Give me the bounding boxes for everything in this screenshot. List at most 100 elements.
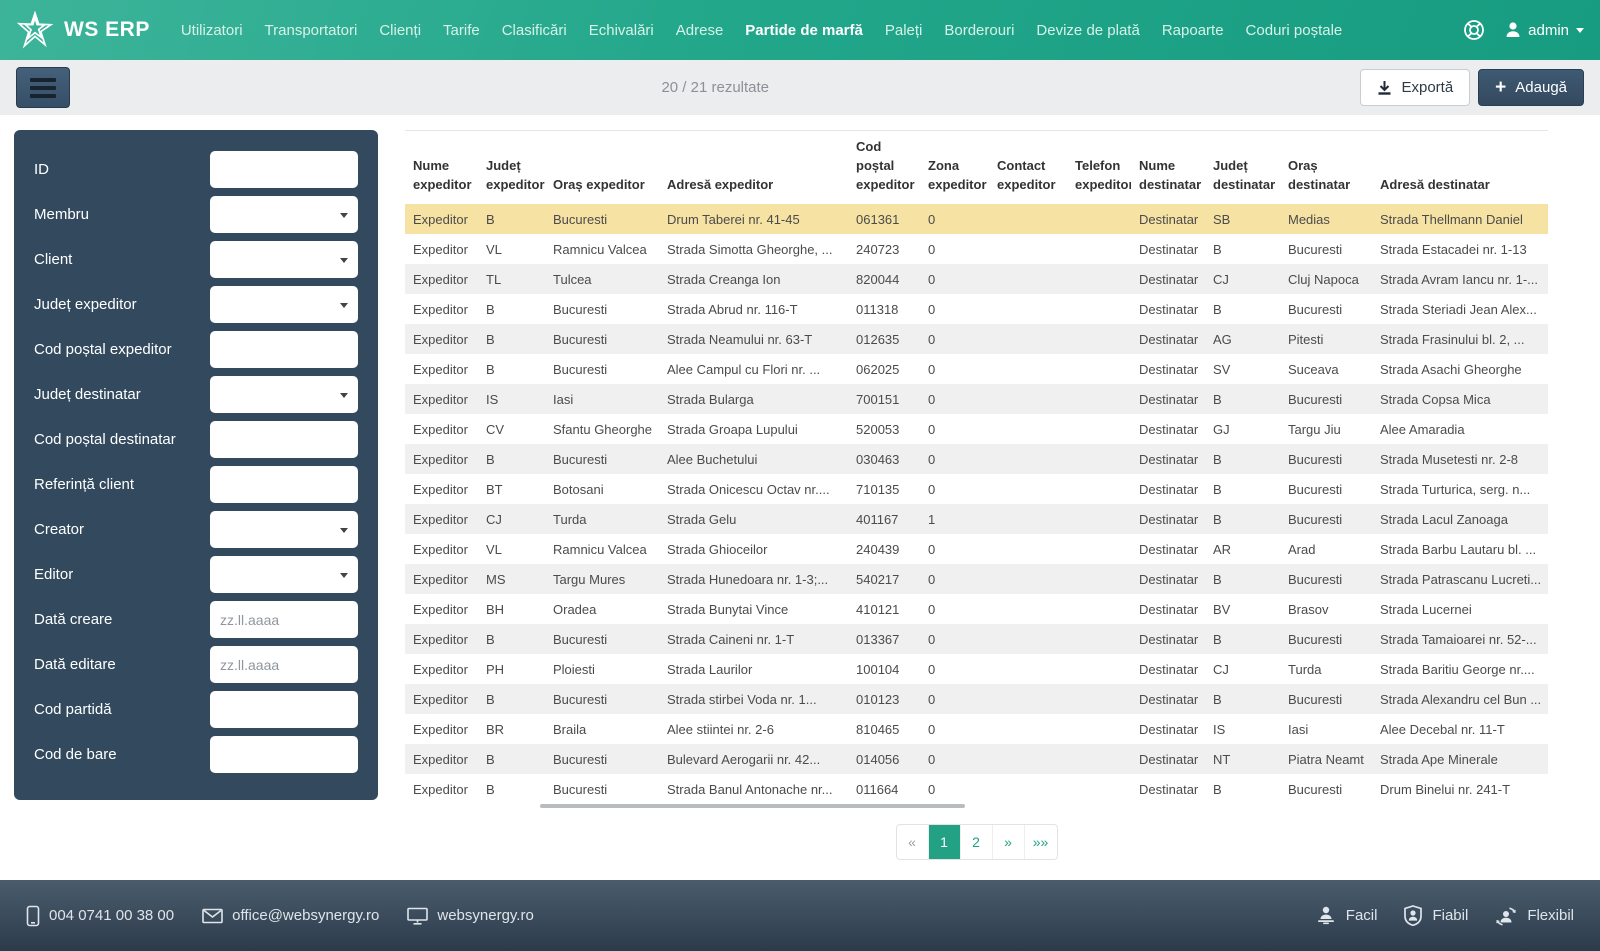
page-first-button[interactable]: « xyxy=(897,825,929,859)
table-cell: Drum Binelui nr. 241-T xyxy=(1372,774,1548,804)
page-button-2[interactable]: 2 xyxy=(961,825,993,859)
nav-item-adrese[interactable]: Adrese xyxy=(665,22,735,39)
nav-item-echival-ri[interactable]: Echivalări xyxy=(578,22,665,39)
filter-select-client[interactable] xyxy=(210,241,358,278)
column-header-contact-expeditor[interactable]: Contact expeditor xyxy=(989,131,1067,205)
column-header-nume-destinatar[interactable]: Nume destinatar xyxy=(1131,131,1205,205)
table-row[interactable]: ExpeditorCVSfantu GheorgheStrada Groapa … xyxy=(405,414,1548,444)
caret-down-icon xyxy=(340,213,348,218)
table-cell: B xyxy=(478,354,545,384)
toolbar-actions: Exportă + Adaugă xyxy=(1360,69,1584,106)
table-cell: Ramnicu Valcea xyxy=(545,534,659,564)
table-row[interactable]: ExpeditorBBucurestiStrada Caineni nr. 1-… xyxy=(405,624,1548,654)
nav-item-partide-de-marf[interactable]: Partide de marfă xyxy=(734,22,874,39)
column-header-telefon-expeditor[interactable]: Telefon expeditor xyxy=(1067,131,1131,205)
nav-item-borderouri[interactable]: Borderouri xyxy=(933,22,1025,39)
filter-input-cod-po-tal-destinatar[interactable] xyxy=(210,421,358,458)
filter-input-cod-de-bare[interactable] xyxy=(210,736,358,773)
table-cell: CV xyxy=(478,414,545,444)
download-icon xyxy=(1377,80,1392,96)
column-header-ora-destinatar[interactable]: Oraș destinatar xyxy=(1280,131,1372,205)
column-header-zona-expeditor[interactable]: Zona expeditor xyxy=(920,131,989,205)
caret-down-icon xyxy=(1576,28,1584,33)
menu-toggle-button[interactable] xyxy=(16,67,70,108)
brand[interactable]: WS ERP xyxy=(16,11,150,49)
table-cell: Expeditor xyxy=(405,414,478,444)
nav-item-clien-i[interactable]: Clienți xyxy=(368,22,432,39)
main-content: IDMembruClientJudeț expeditorCod poștal … xyxy=(0,115,1600,880)
filter-input-id[interactable] xyxy=(210,151,358,188)
nav-item-transportatori[interactable]: Transportatori xyxy=(254,22,369,39)
table-row[interactable]: ExpeditorBBucurestiStrada stirbei Voda n… xyxy=(405,684,1548,714)
table-row[interactable]: ExpeditorBBucurestiAlee Buchetului030463… xyxy=(405,444,1548,474)
table-cell: Expeditor xyxy=(405,204,478,234)
export-button[interactable]: Exportă xyxy=(1360,69,1470,106)
table-cell xyxy=(989,654,1067,684)
filter-input-cod-po-tal-expeditor[interactable] xyxy=(210,331,358,368)
table-row[interactable]: ExpeditorBBucurestiBulevard Aerogarii nr… xyxy=(405,744,1548,774)
table-row[interactable]: ExpeditorBBucurestiDrum Taberei nr. 41-4… xyxy=(405,204,1548,234)
table-area: Nume expeditorJudeț expeditorOraș expedi… xyxy=(405,130,1548,860)
filter-input-referin-client[interactable] xyxy=(210,466,358,503)
add-button[interactable]: + Adaugă xyxy=(1478,69,1584,106)
filter-label-membru: Membru xyxy=(34,206,89,223)
table-cell xyxy=(1067,474,1131,504)
nav-item-coduri-po-tale[interactable]: Coduri poștale xyxy=(1235,22,1354,39)
nav-item-clasific-ri[interactable]: Clasificări xyxy=(491,22,578,39)
table-cell: 014056 xyxy=(848,744,920,774)
filter-select-membru[interactable] xyxy=(210,196,358,233)
table-row[interactable]: ExpeditorBHOradeaStrada Bunytai Vince410… xyxy=(405,594,1548,624)
filter-select-editor[interactable] xyxy=(210,556,358,593)
filter-input-dat-editare[interactable] xyxy=(210,646,358,683)
table-row[interactable]: ExpeditorBBucurestiAlee Campul cu Flori … xyxy=(405,354,1548,384)
table-row[interactable]: ExpeditorBRBrailaAlee stiintei nr. 2-681… xyxy=(405,714,1548,744)
column-header-jude-expeditor[interactable]: Județ expeditor xyxy=(478,131,545,205)
table-cell: Botosani xyxy=(545,474,659,504)
column-header-cod-po-tal-expeditor[interactable]: Cod poștal expeditor xyxy=(848,131,920,205)
table-row[interactable]: ExpeditorMSTargu MuresStrada Hunedoara n… xyxy=(405,564,1548,594)
page-next-button[interactable]: » xyxy=(993,825,1025,859)
table-row[interactable]: ExpeditorCJTurdaStrada Gelu4011671Destin… xyxy=(405,504,1548,534)
table-cell: 540217 xyxy=(848,564,920,594)
page-button-1[interactable]: 1 xyxy=(929,825,961,859)
table-cell: 0 xyxy=(920,654,989,684)
table-cell xyxy=(1067,414,1131,444)
nav-item-rapoarte[interactable]: Rapoarte xyxy=(1151,22,1235,39)
filter-select-creator[interactable] xyxy=(210,511,358,548)
nav-item-utilizatori[interactable]: Utilizatori xyxy=(170,22,254,39)
table-row[interactable]: ExpeditorBBucurestiStrada Banul Antonach… xyxy=(405,774,1548,804)
filter-input-dat-creare[interactable] xyxy=(210,601,358,638)
user-menu[interactable]: admin xyxy=(1504,21,1584,39)
column-header-nume-expeditor[interactable]: Nume expeditor xyxy=(405,131,478,205)
nav-item-pale-i[interactable]: Paleți xyxy=(874,22,934,39)
page-last-button[interactable]: »» xyxy=(1025,825,1057,859)
table-cell: Bucuresti xyxy=(545,774,659,804)
table-row[interactable]: ExpeditorVLRamnicu ValceaStrada Simotta … xyxy=(405,234,1548,264)
footer-email-item[interactable]: office@websynergy.ro xyxy=(202,907,379,924)
table-cell: BH xyxy=(478,594,545,624)
table-cell xyxy=(989,624,1067,654)
table-row[interactable]: ExpeditorPHPloiestiStrada Laurilor100104… xyxy=(405,654,1548,684)
table-row[interactable]: ExpeditorISIasiStrada Bularga7001510Dest… xyxy=(405,384,1548,414)
table-row[interactable]: ExpeditorBTBotosaniStrada Onicescu Octav… xyxy=(405,474,1548,504)
filter-input-cod-partid[interactable] xyxy=(210,691,358,728)
table-row[interactable]: ExpeditorTLTulceaStrada Creanga Ion82004… xyxy=(405,264,1548,294)
table-cell: 0 xyxy=(920,744,989,774)
table-row[interactable]: ExpeditorBBucurestiStrada Neamului nr. 6… xyxy=(405,324,1548,354)
shield-person-icon xyxy=(1403,905,1423,926)
filter-select-jude-destinatar[interactable] xyxy=(210,376,358,413)
nav-item-devize-de-plat[interactable]: Devize de plată xyxy=(1025,22,1150,39)
table-row[interactable]: ExpeditorVLRamnicu ValceaStrada Ghioceil… xyxy=(405,534,1548,564)
filter-select-jude-expeditor[interactable] xyxy=(210,286,358,323)
filter-row: Editor xyxy=(34,556,358,593)
table-cell: Ramnicu Valcea xyxy=(545,234,659,264)
column-header-jude-destinatar[interactable]: Județ destinatar xyxy=(1205,131,1280,205)
nav-item-tarife[interactable]: Tarife xyxy=(432,22,491,39)
footer-website-item[interactable]: websynergy.ro xyxy=(407,907,533,925)
table-hscrollbar-thumb[interactable] xyxy=(540,804,965,808)
column-header-ora-expeditor[interactable]: Oraș expeditor xyxy=(545,131,659,205)
globe-icon[interactable] xyxy=(1462,18,1486,42)
column-header-adres-destinatar[interactable]: Adresă destinatar xyxy=(1372,131,1548,205)
table-row[interactable]: ExpeditorBBucurestiStrada Abrud nr. 116-… xyxy=(405,294,1548,324)
column-header-adres-expeditor[interactable]: Adresă expeditor xyxy=(659,131,848,205)
